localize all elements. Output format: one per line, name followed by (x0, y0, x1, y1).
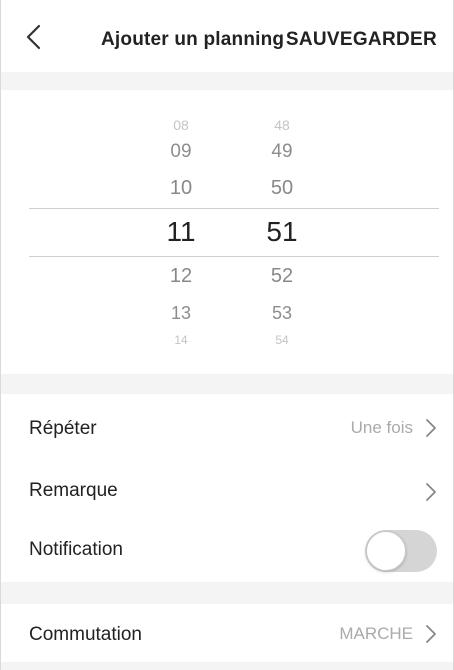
save-button[interactable]: SAUVEGARDER (286, 0, 437, 72)
page-title: Ajouter un planning (101, 29, 285, 50)
notification-label: Notification (29, 539, 123, 560)
chevron-right-icon (425, 482, 437, 502)
repeat-value: Une fois (350, 418, 413, 437)
minute-selected[interactable]: 51 (252, 218, 312, 246)
chevron-right-icon (425, 624, 437, 644)
header-bar: Ajouter un planning SAUVEGARDER (1, 0, 453, 72)
hour-wheel[interactable]: 08 09 10 11 12 13 14 (151, 90, 211, 374)
notification-row: Notification (1, 518, 453, 582)
note-row[interactable]: Remarque (1, 456, 453, 518)
switching-value: MARCHE (339, 624, 413, 643)
switching-label: Commutation (29, 624, 142, 645)
section-divider (1, 72, 453, 90)
repeat-label: Répéter (29, 418, 97, 439)
picker-selection-top-line (29, 208, 439, 209)
minute-option[interactable]: 49 (252, 142, 312, 161)
hour-option[interactable]: 14 (151, 334, 211, 346)
minute-wheel[interactable]: 48 49 50 51 52 53 54 (252, 90, 312, 374)
hour-option[interactable]: 08 (151, 118, 211, 132)
toggle-knob (366, 531, 406, 571)
hour-option[interactable]: 09 (151, 142, 211, 161)
hour-selected[interactable]: 11 (151, 218, 211, 246)
back-button[interactable] (23, 24, 45, 50)
minute-option[interactable]: 50 (252, 178, 312, 198)
picker-selection-bottom-line (29, 256, 439, 257)
note-label: Remarque (29, 480, 118, 501)
switching-row[interactable]: Commutation MARCHE (1, 604, 453, 662)
minute-option[interactable]: 48 (252, 118, 312, 132)
notification-toggle[interactable] (365, 530, 437, 572)
app-screen: Ajouter un planning SAUVEGARDER 08 09 10… (0, 0, 454, 670)
minute-option[interactable]: 54 (252, 334, 312, 346)
repeat-row[interactable]: Répéter Une fois (1, 394, 453, 456)
hour-option[interactable]: 10 (151, 178, 211, 198)
time-picker[interactable]: 08 09 10 11 12 13 14 48 49 50 51 52 53 5… (1, 90, 453, 374)
section-divider (1, 582, 453, 604)
minute-option[interactable]: 52 (252, 266, 312, 286)
minute-option[interactable]: 53 (252, 304, 312, 322)
chevron-left-icon (26, 24, 41, 50)
chevron-right-icon (425, 418, 437, 438)
hour-option[interactable]: 12 (151, 266, 211, 286)
section-divider (1, 374, 453, 394)
section-divider (1, 662, 453, 670)
hour-option[interactable]: 13 (151, 304, 211, 322)
